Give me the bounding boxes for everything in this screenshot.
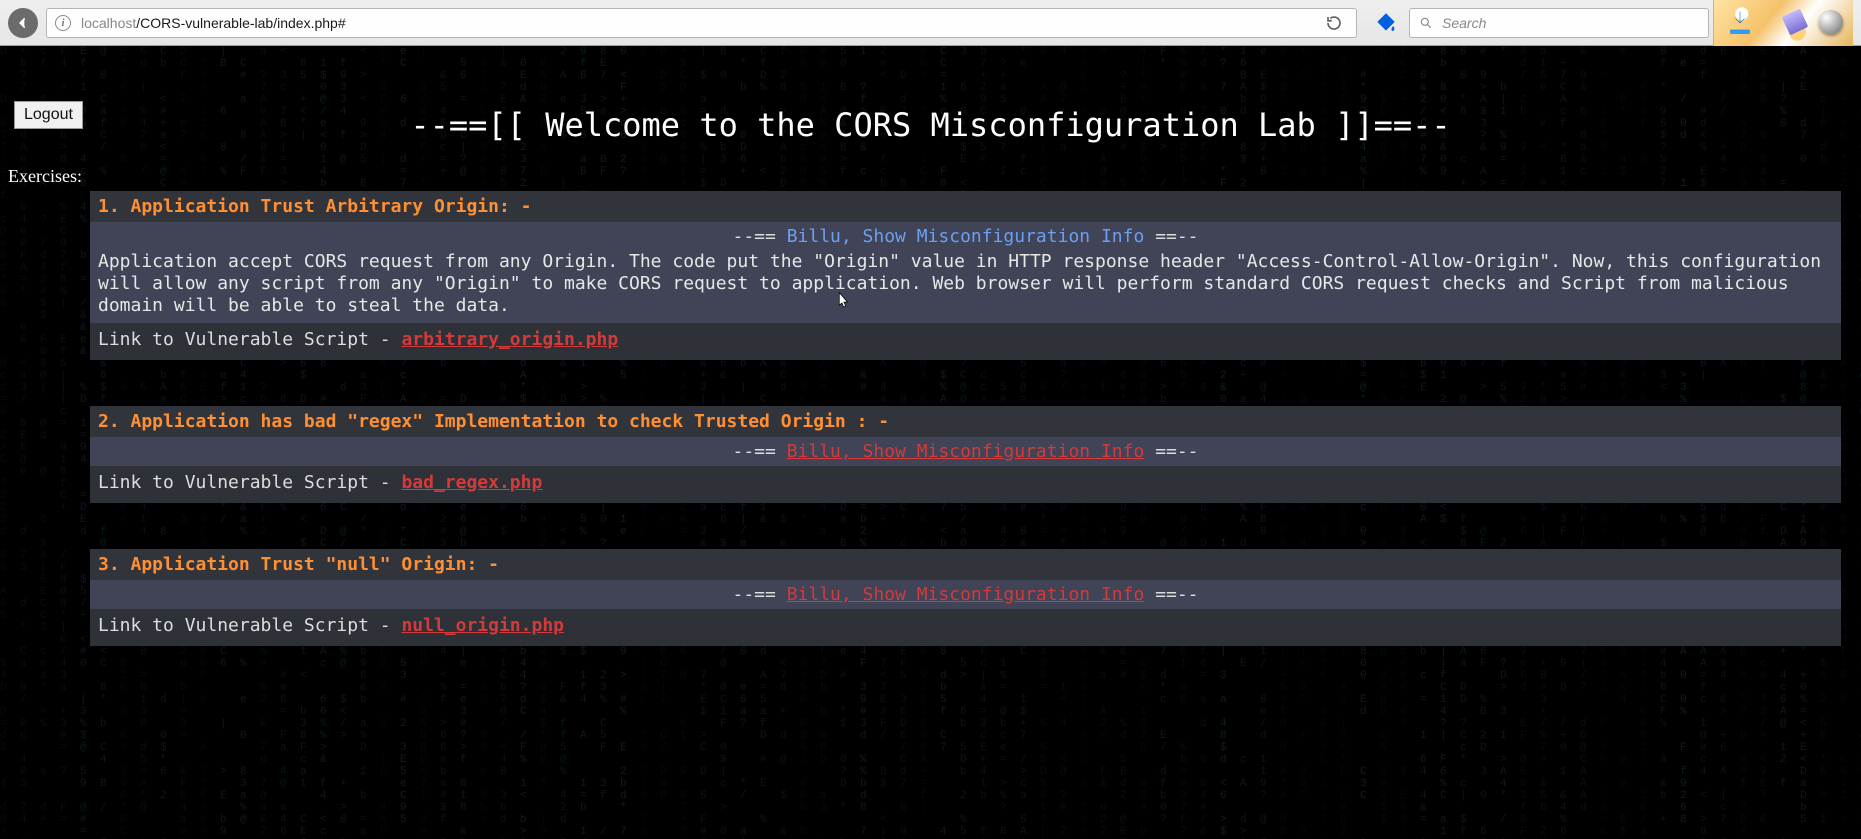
- toggle-info-link[interactable]: Billu, Show Misconfiguration Info: [787, 441, 1145, 462]
- exercise-panel: 3. Application Trust "null" Origin: ---=…: [90, 549, 1841, 646]
- toggle-prefix: --==: [733, 584, 787, 605]
- orb-icon: [1819, 10, 1843, 34]
- exercise-title: 1. Application Trust Arbitrary Origin: -: [90, 191, 1841, 222]
- wand-icon: [1782, 8, 1809, 35]
- link-prefix: Link to Vulnerable Script -: [98, 472, 401, 493]
- browser-chrome: i localhost/CORS-vulnerable-lab/index.ph…: [0, 0, 1861, 46]
- vulnerable-script-row: Link to Vulnerable Script - null_origin.…: [90, 609, 1841, 646]
- exercises-label: Exercises:: [8, 166, 1861, 187]
- toggle-info-link[interactable]: Billu, Show Misconfiguration Info: [787, 584, 1145, 605]
- toggle-prefix: --==: [733, 441, 787, 462]
- search-bar[interactable]: Search: [1409, 8, 1709, 38]
- page-body: D D 5 7 7 / = / f c @ e 0 d * & 0 @ c d …: [0, 46, 1861, 839]
- exercise-panel: 2. Application has bad "regex" Implement…: [90, 406, 1841, 503]
- info-icon[interactable]: i: [55, 15, 71, 31]
- vulnerable-script-link[interactable]: arbitrary_origin.php: [401, 329, 618, 350]
- exercise-title: 3. Application Trust "null" Origin: -: [90, 549, 1841, 580]
- download-icon[interactable]: [1726, 9, 1754, 37]
- search-placeholder: Search: [1442, 15, 1486, 31]
- toggle-suffix: ==--: [1144, 584, 1198, 605]
- url-bar[interactable]: i localhost/CORS-vulnerable-lab/index.ph…: [46, 8, 1357, 38]
- toggle-info-row: --== Billu, Show Misconfiguration Info =…: [90, 222, 1841, 251]
- reload-icon: [1325, 14, 1343, 32]
- toggle-suffix: ==--: [1144, 441, 1198, 462]
- toggle-info-row: --== Billu, Show Misconfiguration Info =…: [90, 580, 1841, 609]
- page-title: --==[[ Welcome to the CORS Misconfigurat…: [0, 46, 1861, 144]
- vulnerable-script-row: Link to Vulnerable Script - arbitrary_or…: [90, 323, 1841, 360]
- url-host: localhost: [81, 15, 136, 31]
- toggle-info-row: --== Billu, Show Misconfiguration Info =…: [90, 437, 1841, 466]
- exercise-description: Application accept CORS request from any…: [90, 251, 1841, 323]
- reload-button[interactable]: [1320, 9, 1348, 37]
- toggle-prefix: --==: [733, 226, 787, 247]
- vulnerable-script-link[interactable]: null_origin.php: [401, 615, 564, 636]
- link-prefix: Link to Vulnerable Script -: [98, 329, 401, 350]
- link-prefix: Link to Vulnerable Script -: [98, 615, 401, 636]
- exercise-title: 2. Application has bad "regex" Implement…: [90, 406, 1841, 437]
- logout-button[interactable]: Logout: [14, 101, 83, 129]
- browser-persona-background: [1713, 0, 1853, 46]
- toggle-suffix: ==--: [1144, 226, 1198, 247]
- vulnerable-script-row: Link to Vulnerable Script - bad_regex.ph…: [90, 466, 1841, 503]
- search-icon: [1418, 15, 1434, 31]
- exercise-panel: 1. Application Trust Arbitrary Origin: -…: [90, 191, 1841, 360]
- arrow-left-icon: [15, 15, 31, 31]
- fill-bucket-icon[interactable]: [1369, 6, 1403, 40]
- vulnerable-script-link[interactable]: bad_regex.php: [401, 472, 542, 493]
- toggle-info-link[interactable]: Billu, Show Misconfiguration Info: [787, 226, 1145, 247]
- url-path: /CORS-vulnerable-lab/index.php#: [136, 15, 345, 31]
- back-button[interactable]: [8, 8, 38, 38]
